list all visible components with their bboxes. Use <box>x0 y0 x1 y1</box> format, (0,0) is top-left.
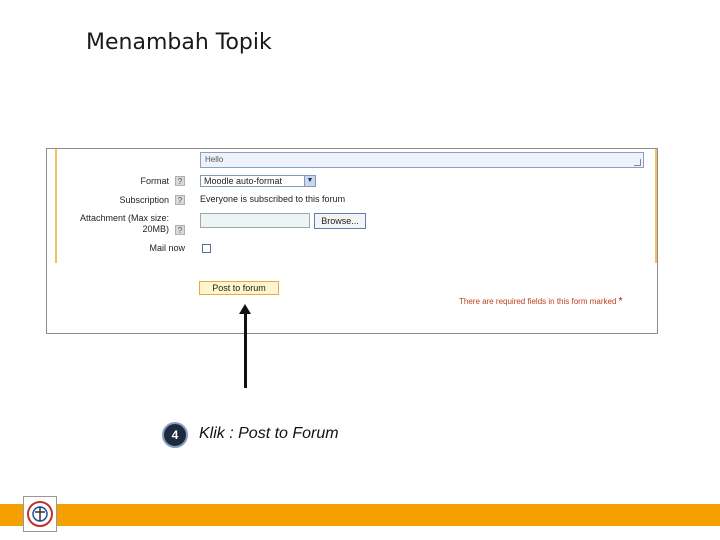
help-icon[interactable]: ? <box>175 225 185 235</box>
format-select[interactable]: Moodle auto-format ▼ <box>200 175 316 187</box>
pointer-arrow-line <box>244 312 247 388</box>
format-value: Moodle auto-format <box>204 176 283 186</box>
attachment-label-line2: 20MB) <box>142 224 169 234</box>
logo-emblem-icon <box>27 501 53 527</box>
required-asterisk: * <box>618 296 623 307</box>
attachment-label-line1: Attachment (Max size: <box>79 213 169 223</box>
message-text: Hello <box>205 155 224 164</box>
format-label: Format <box>140 176 169 186</box>
form-panel: Hello Format ? Moodle auto-format ▼ Subs… <box>55 149 657 263</box>
footer-bar <box>0 504 720 526</box>
resize-handle-icon[interactable] <box>634 159 641 166</box>
message-textarea[interactable]: Hello <box>200 152 644 168</box>
subscription-value: Everyone is subscribed to this forum <box>200 194 346 204</box>
help-icon[interactable]: ? <box>175 176 185 186</box>
required-fields-note: There are required fields in this form m… <box>459 296 623 307</box>
subscription-label: Subscription <box>119 195 169 205</box>
institution-logo <box>23 496 57 532</box>
step-number-badge: 4 <box>162 422 188 448</box>
browse-button[interactable]: Browse... <box>314 213 366 229</box>
slide-title: Menambah Topik <box>86 30 272 55</box>
mail-now-label: Mail now <box>149 243 185 253</box>
help-icon[interactable]: ? <box>175 195 185 205</box>
post-to-forum-button[interactable]: Post to forum <box>199 281 279 295</box>
step-instruction: Klik : Post to Forum <box>199 425 339 442</box>
moodle-form-screenshot: Hello Format ? Moodle auto-format ▼ Subs… <box>46 148 658 334</box>
attachment-file-input[interactable] <box>200 213 310 228</box>
mail-now-checkbox[interactable] <box>202 244 211 253</box>
required-note-text: There are required fields in this form m… <box>459 297 617 306</box>
attachment-label: Attachment (Max size: 20MB) <box>71 213 169 235</box>
chevron-down-icon[interactable]: ▼ <box>304 176 315 186</box>
